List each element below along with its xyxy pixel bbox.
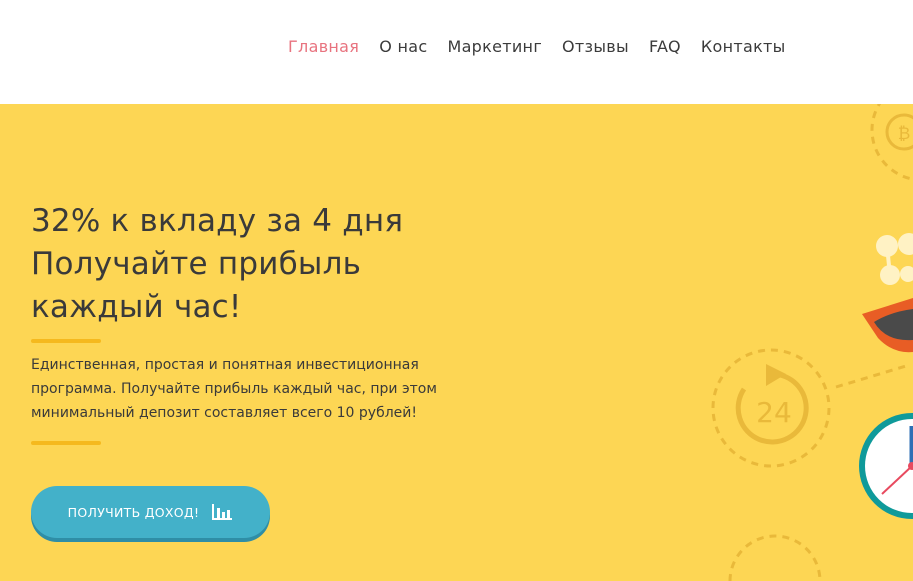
24-hours-icon: 24 xyxy=(711,348,831,468)
nav-item-marketing[interactable]: Маркетинг xyxy=(447,37,542,57)
hero-headline: 32% к вкладу за 4 дня Получайте прибыль … xyxy=(31,200,491,329)
dashed-connector xyxy=(835,364,907,389)
description-line-1: Единственная, простая и понятная инвести… xyxy=(31,357,419,373)
network-dots-icon xyxy=(876,233,913,285)
badge-text: 24 xyxy=(756,396,792,429)
clock-icon xyxy=(859,413,913,519)
nav-item-about[interactable]: О нас xyxy=(379,37,427,57)
description-line-2: программа. Получайте прибыль каждый час,… xyxy=(31,381,437,397)
divider-top xyxy=(31,339,101,343)
hero-description: Единственная, простая и понятная инвести… xyxy=(31,353,451,425)
nav-item-reviews[interactable]: Отзывы xyxy=(562,37,629,57)
main-nav: Главная О нас Маркетинг Отзывы FAQ Конта… xyxy=(288,37,806,57)
headline-line-2: Получайте прибыль xyxy=(31,246,362,282)
coin-symbol: ₿ xyxy=(898,124,911,144)
get-income-button-label: ПОЛУЧИТЬ ДОХОД! xyxy=(67,504,200,520)
dashed-arc xyxy=(728,534,822,581)
get-income-button[interactable]: ПОЛУЧИТЬ ДОХОД! xyxy=(31,486,270,538)
site-header: Главная О нас Маркетинг Отзывы FAQ Конта… xyxy=(0,0,913,104)
bar-chart-icon xyxy=(212,504,233,520)
bitcoin-coin-icon: ₿ xyxy=(870,104,913,181)
nav-item-home[interactable]: Главная xyxy=(288,37,359,57)
nav-item-contacts[interactable]: Контакты xyxy=(701,37,786,57)
headline-line-1: 32% к вкладу за 4 дня xyxy=(31,203,404,239)
headline-line-3: каждый час! xyxy=(31,289,242,325)
description-line-3: минимальный депозит составляет всего 10 … xyxy=(31,405,417,421)
sunglasses-icon xyxy=(862,298,913,353)
hero-section: ₿ 24 32% к вкладу за 4 дня Получайте при… xyxy=(0,104,913,581)
divider-bottom xyxy=(31,441,101,445)
nav-item-faq[interactable]: FAQ xyxy=(649,37,681,57)
